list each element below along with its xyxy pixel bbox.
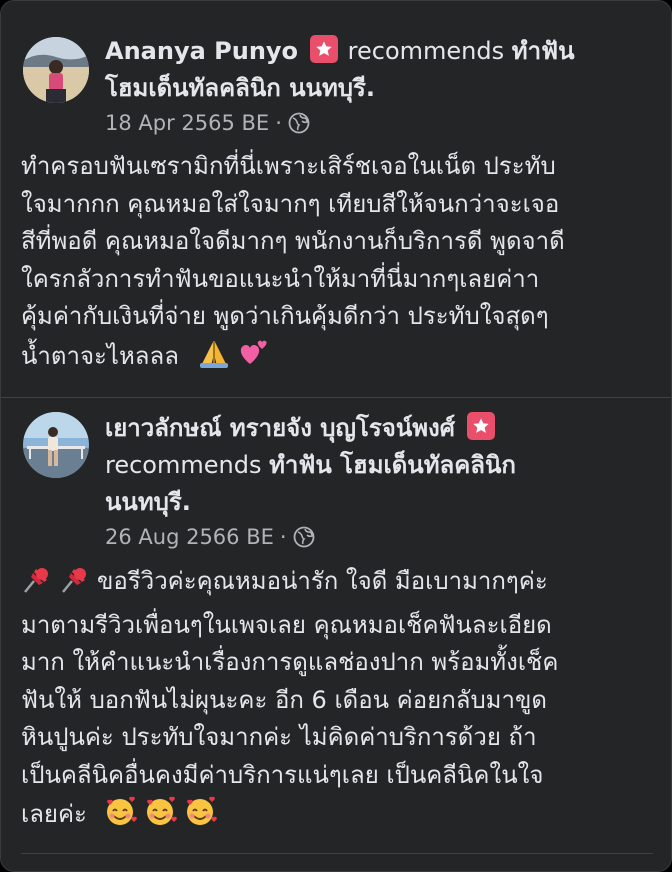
review-text-line: เป็นคลีนิคอื่นคงมีค่าบริการแน่ๆเลย เป็นค… bbox=[21, 760, 544, 789]
review-text-fragment: เลยค่ะ bbox=[21, 800, 87, 828]
review-text-line: ใครกลัวการทำฟันขอแนะนำให้มาที่นี่มากๆเลย… bbox=[21, 264, 540, 293]
smiling-face-with-hearts-emoji bbox=[143, 794, 177, 840]
review-card: เยาวลักษณ์ ทรายจัง บุญโรจน์พงศ์ recommen… bbox=[1, 398, 671, 871]
smiling-face-with-hearts-emoji bbox=[103, 794, 137, 840]
separator: · bbox=[279, 525, 287, 549]
review-text-line: คุ้มค่ากับเงินที่จ่าย พูดว่าเกินคุ้มดีกว… bbox=[21, 302, 549, 330]
avatar[interactable] bbox=[23, 412, 89, 478]
globe-icon bbox=[293, 526, 315, 555]
review-card: Ananya Punyo recommends ทำฟัน โฮมเด็นทัล… bbox=[1, 1, 671, 397]
review-divider bbox=[21, 853, 653, 854]
recommend-badge-icon bbox=[466, 412, 495, 440]
author-name[interactable]: Ananya Punyo bbox=[105, 37, 298, 65]
review-text: ทำครอบฟันเซรามิกที่นี่เพราะเสิร์ชเจอในเน… bbox=[21, 148, 661, 381]
review-text-line: ทำครอบฟันเซรามิกที่นี่เพราะเสิร์ชเจอในเน… bbox=[21, 152, 556, 180]
review-text-line: มาตามรีวิวเพื่อนๆในเพจเลย คุณหมอเช็คฟันล… bbox=[21, 610, 552, 639]
avatar[interactable] bbox=[23, 37, 89, 103]
page-name[interactable]: ทำฟัน โฮมเด็นทัลคลินิก bbox=[269, 451, 516, 479]
pushpin-emoji bbox=[59, 563, 91, 607]
review-text-line-first: ขอรีวิวค่ะคุณหมอน่ารัก ใจดี มือเบามากๆค่… bbox=[21, 563, 661, 607]
review-text: ขอรีวิวค่ะคุณหมอน่ารัก ใจดี มือเบามากๆค่… bbox=[21, 563, 661, 840]
reviews-panel: Ananya Punyo recommends ทำฟัน โฮมเด็นทัล… bbox=[0, 0, 672, 872]
review-text-line-last: น้ำตาจะไหลลล bbox=[21, 336, 661, 382]
review-header: เยาวลักษณ์ ทรายจัง บุญโรจน์พงศ์ recommen… bbox=[105, 410, 650, 521]
review-text-fragment: ขอรีวิวค่ะคุณหมอน่ารัก ใจดี มือเบามากๆค่… bbox=[97, 567, 548, 595]
recommends-label: recommends bbox=[347, 37, 505, 65]
review-text-line: ใจมากกก คุณหมอใส่ใจมากๆ เทียบสีให้จนกว่า… bbox=[21, 189, 560, 218]
review-text-line: ฟันให้ บอกฟันไม่ผุนะคะ อีก 6 เดือน ค่อยก… bbox=[21, 685, 547, 714]
review-text-line: สีที่พอดี คุณหมอใจดีมากๆ พนักงานก็บริการ… bbox=[21, 227, 565, 255]
separator: · bbox=[275, 111, 282, 135]
pushpin-emoji bbox=[21, 563, 53, 607]
two-hearts-emoji bbox=[237, 336, 271, 382]
review-date[interactable]: 18 Apr 2565 BE bbox=[105, 111, 269, 135]
review-header: Ananya Punyo recommends ทำฟัน โฮมเด็นทัล… bbox=[105, 33, 650, 107]
review-text-line: หินปูนค่ะ ประทับใจมากค่ะ ไม่คิดค่าบริการ… bbox=[21, 723, 537, 751]
globe-icon bbox=[288, 112, 310, 141]
page-name-continued[interactable]: นนทบุรี. bbox=[105, 488, 191, 516]
review-text-fragment: น้ำตาจะไหลลล bbox=[21, 341, 179, 370]
folded-hands-emoji bbox=[197, 336, 231, 382]
author-name[interactable]: เยาวลักษณ์ ทรายจัง บุญโรจน์พงศ์ bbox=[105, 414, 455, 442]
review-text-line: มาก ให้คำแนะนำเรื่องการดูแลช่องปาก พร้อม… bbox=[21, 648, 559, 676]
review-date[interactable]: 26 Aug 2566 BE bbox=[105, 525, 274, 549]
review-meta: 18 Apr 2565 BE · bbox=[105, 109, 310, 141]
page-name[interactable]: ทำฟัน bbox=[512, 37, 575, 65]
review-text-line-last: เลยค่ะ bbox=[21, 794, 661, 840]
smiling-face-with-hearts-emoji bbox=[183, 794, 217, 840]
recommend-badge-icon bbox=[309, 35, 338, 63]
review-meta: 26 Aug 2566 BE · bbox=[105, 523, 315, 555]
recommends-label: recommends bbox=[105, 451, 262, 479]
page-name-continued[interactable]: โฮมเด็นทัลคลินิก นนทบุรี. bbox=[105, 74, 375, 102]
